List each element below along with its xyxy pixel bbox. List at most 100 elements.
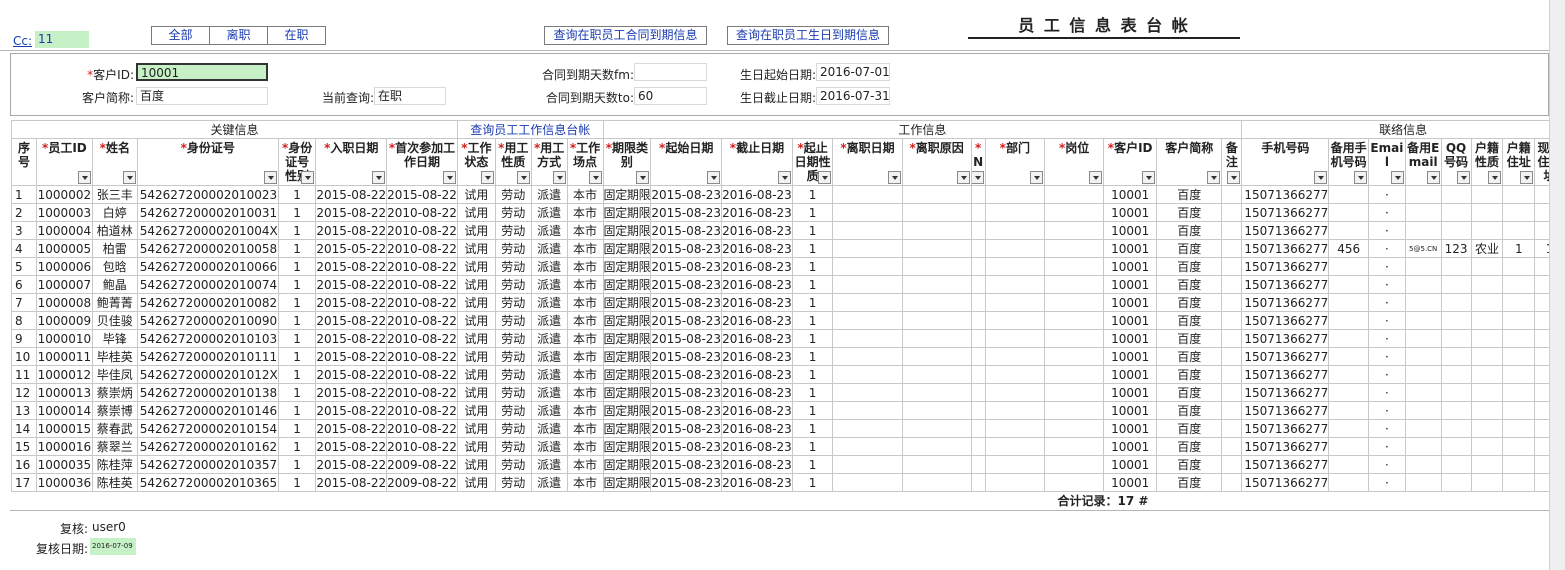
table-row[interactable]: 16 1000035 陈桂萍 542627200002010357 1 2015-08-2… — [11, 455, 1565, 474]
table-row[interactable]: 3 1000004 柏道林 54262720000201004X 1 2015-08-22… — [11, 221, 1565, 240]
contract-days-to-input[interactable]: 60 — [634, 87, 707, 105]
table-row[interactable]: 6 1000007 鲍晶 542627200002010074 1 2015-08-22 2… — [11, 275, 1565, 294]
col-header-mobile: 手机号码 — [1241, 138, 1330, 186]
cell-employment-nature: 劳动 — [494, 401, 532, 420]
vertical-scrollbar[interactable] — [1549, 0, 1565, 570]
cell-employment-mode: 派遣 — [530, 401, 568, 420]
birthday-expiry-button[interactable]: 查询在职员工生日到期信息 — [727, 26, 889, 45]
cell-hire-date: 2015-08-22 — [315, 221, 388, 240]
col-header-seq: 序号 — [11, 138, 37, 186]
cell-email: · — [1368, 311, 1406, 330]
reviewer-label: 复核: — [59, 522, 88, 536]
group-query-link[interactable]: 查询员工工作信息台帐 — [456, 120, 604, 139]
cell-backup-email — [1404, 257, 1442, 276]
table-row[interactable]: 17 1000036 陈桂英 542627200002010365 1 2015-08-2… — [11, 473, 1565, 492]
cell-employment-nature: 劳动 — [494, 347, 532, 366]
filter-dropdown-icon[interactable] — [777, 171, 791, 184]
cell-id-number: 542627200002010154 — [136, 419, 279, 438]
cell-start-date: 2015-08-23 — [650, 311, 723, 330]
filter-dropdown-icon[interactable] — [1426, 171, 1440, 184]
contract-days-fm-input[interactable] — [634, 63, 707, 81]
col-header-email: Email — [1368, 138, 1406, 186]
filter-dropdown-icon[interactable] — [442, 171, 456, 184]
col-header-name: *姓名 — [91, 138, 138, 186]
table-row[interactable]: 2 1000003 白婷 542627200002010031 1 2015-08-22 2… — [11, 203, 1565, 222]
cell-term-type: 固定期限 — [602, 293, 652, 312]
filter-dropdown-icon[interactable] — [956, 171, 970, 184]
filter-dropdown-icon[interactable] — [972, 171, 984, 184]
table-row[interactable]: 15 1000016 蔡翠兰 542627200002010162 1 2015-08-2… — [11, 437, 1565, 456]
cell-first-work-date: 2010-08-22 — [386, 419, 458, 438]
filter-dropdown-icon[interactable] — [887, 171, 901, 184]
filter-dropdown-icon[interactable] — [1207, 171, 1221, 184]
cell-resign-reason — [901, 293, 972, 312]
cc-label[interactable]: Cc: — [13, 34, 32, 48]
cell-backup-email — [1404, 329, 1442, 348]
cell-end-date: 2016-08-23 — [721, 257, 793, 276]
table-row[interactable]: 8 1000009 贝佳骏 542627200002010090 1 2015-08-22… — [11, 311, 1565, 330]
filter-dropdown-icon[interactable] — [1314, 171, 1328, 184]
filter-dropdown-icon[interactable] — [263, 171, 277, 184]
contract-expiry-button[interactable]: 查询在职员工合同到期信息 — [544, 26, 707, 45]
customer-id-input[interactable]: 10001 — [136, 63, 268, 81]
filter-dropdown-icon[interactable] — [552, 171, 566, 184]
filter-dropdown-icon[interactable] — [77, 171, 91, 184]
cell-term-type: 固定期限 — [602, 347, 652, 366]
filter-dropdown-icon[interactable] — [1142, 171, 1156, 184]
filter-dropdown-icon[interactable] — [480, 171, 494, 184]
table-row[interactable]: 13 1000014 蔡崇博 542627200002010146 1 2015-08-2… — [11, 401, 1565, 420]
cell-period-nature: 1 — [791, 275, 834, 294]
cell-employee-id: 1000012 — [35, 365, 93, 384]
table-row[interactable]: 7 1000008 鲍菁菁 542627200002010082 1 2015-08-22… — [11, 293, 1565, 312]
cell-resign-reason — [901, 365, 972, 384]
filter-dropdown-icon[interactable] — [1354, 171, 1368, 184]
cell-seq: 3 — [11, 221, 37, 240]
cell-hire-date: 2015-08-22 — [315, 455, 388, 474]
filter-tab-resigned[interactable]: 离职 — [210, 27, 268, 44]
cell-email: · — [1368, 473, 1406, 492]
cell-hukou-nature — [1470, 455, 1504, 474]
filter-dropdown-icon[interactable] — [1520, 171, 1534, 184]
group-contact-info: 联络信息 — [1241, 120, 1565, 139]
table-row[interactable]: 4 1000005 柏雷 542627200002010058 1 2015-05-22 2… — [11, 239, 1565, 258]
cell-end-date: 2016-08-23 — [721, 329, 793, 348]
cell-hire-date: 2015-08-22 — [315, 203, 388, 222]
filter-dropdown-icon[interactable] — [516, 171, 530, 184]
cell-backup-email — [1404, 203, 1442, 222]
table-row[interactable]: 1 1000002 张三丰 542627200002010023 1 2015-08-22… — [11, 185, 1565, 204]
filter-dropdown-icon[interactable] — [707, 171, 721, 184]
cell-hukou-nature — [1470, 419, 1504, 438]
cell-gender: 1 — [277, 203, 317, 222]
filter-dropdown-icon[interactable] — [1029, 171, 1043, 184]
filter-tab-all[interactable]: 全部 — [152, 27, 210, 44]
cell-employment-mode: 派遣 — [530, 203, 568, 222]
cell-customer-name: 百度 — [1156, 311, 1223, 330]
cell-id-number: 542627200002010058 — [136, 239, 279, 258]
table-row[interactable]: 14 1000015 蔡春武 542627200002010154 1 2015-08-2… — [11, 419, 1565, 438]
filter-dropdown-icon[interactable] — [301, 171, 315, 184]
filter-dropdown-icon[interactable] — [1456, 171, 1470, 184]
table-row[interactable]: 11 1000012 毕佳凤 54262720000201012X 1 2015-08-2… — [11, 365, 1565, 384]
cell-hire-date: 2015-08-22 — [315, 257, 388, 276]
filter-dropdown-icon[interactable] — [372, 171, 386, 184]
filter-dropdown-icon[interactable] — [636, 171, 650, 184]
cell-seq: 4 — [11, 239, 37, 258]
cell-backup-email — [1404, 455, 1442, 474]
table-row[interactable]: 12 1000013 蔡崇炳 542627200002010138 1 2015-08-2… — [11, 383, 1565, 402]
filter-dropdown-icon[interactable] — [122, 171, 136, 184]
filter-dropdown-icon[interactable] — [1390, 171, 1404, 184]
filter-dropdown-icon[interactable] — [818, 171, 832, 184]
cell-gender: 1 — [277, 437, 317, 456]
cell-hukou-nature — [1470, 203, 1504, 222]
table-row[interactable]: 9 1000010 毕锋 542627200002010103 1 2015-08-22 2… — [11, 329, 1565, 348]
filter-tab-employed[interactable]: 在职 — [268, 27, 325, 44]
table-row[interactable]: 5 1000006 包晗 542627200002010066 1 2015-08-22 2… — [11, 257, 1565, 276]
table-row[interactable]: 10 1000011 毕桂英 542627200002010111 1 2015-08-2… — [11, 347, 1565, 366]
filter-dropdown-icon[interactable] — [1488, 171, 1502, 184]
birthday-end-input[interactable]: 2016-07-31 — [816, 87, 890, 105]
filter-dropdown-icon[interactable] — [588, 171, 602, 184]
filter-dropdown-icon[interactable] — [1227, 171, 1241, 184]
filter-dropdown-icon[interactable] — [1089, 171, 1103, 184]
cell-hukou-nature — [1470, 257, 1504, 276]
birthday-start-input[interactable]: 2016-07-01 — [816, 63, 890, 81]
